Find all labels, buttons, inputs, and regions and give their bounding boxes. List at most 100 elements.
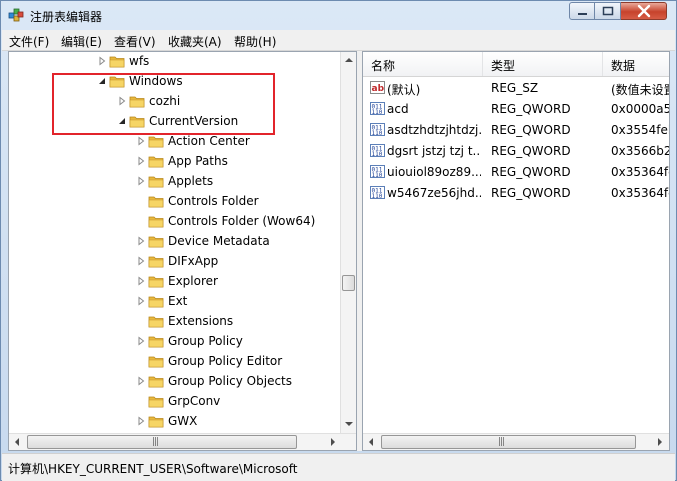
list-item[interactable]: 011 110 dgsrt jstzj tzj t... REG_QWORD 0x356…: [363, 140, 669, 161]
regedit-app-icon: [8, 8, 24, 22]
tree-item[interactable]: Controls Folder (Wow64): [9, 211, 339, 231]
tree-horizontal-scrollbar[interactable]: |||: [9, 433, 356, 450]
string-value-icon: ab: [370, 81, 385, 94]
collapsed-arrow-icon[interactable]: [136, 236, 146, 246]
list-cell-name: dgsrt jstzj tzj t...: [387, 144, 481, 158]
scroll-left-icon[interactable]: [363, 434, 379, 450]
scroll-left-icon[interactable]: [9, 434, 25, 450]
folder-icon: [148, 356, 164, 368]
tree-item-label: Device Metadata: [168, 234, 270, 248]
list-cell-name: (默认): [387, 83, 421, 97]
folder-icon: [109, 56, 125, 68]
tree-item-label: Controls Folder (Wow64): [168, 214, 316, 228]
tree-vertical-scrollbar[interactable]: [340, 52, 357, 433]
tree-item[interactable]: Controls Folder: [9, 191, 339, 211]
menu-favorites[interactable]: 收藏夹(A): [168, 33, 222, 50]
client-area: ||| wfs Windows cozhi CurrentVersion Action …: [8, 51, 670, 451]
minimize-button[interactable]: [569, 2, 595, 20]
collapsed-arrow-icon[interactable]: [136, 336, 146, 346]
title-bar[interactable]: 注册表编辑器: [1, 1, 676, 30]
folder-icon: [148, 176, 164, 188]
list-cell-data: 0x35364fc: [611, 165, 669, 179]
tree-vertical-scroll-thumb[interactable]: [342, 275, 355, 291]
folder-icon: [148, 296, 164, 308]
scroll-right-icon[interactable]: [652, 434, 668, 450]
list-cell-data: 0x3566b27: [611, 144, 669, 158]
menu-view[interactable]: 查看(V): [114, 33, 156, 50]
tree-item-label: wfs: [129, 54, 150, 68]
list-item[interactable]: 011 110 asdtzhdtzjhtdzj... REG_QWORD 0x3554f…: [363, 119, 669, 140]
scroll-grip: |||: [152, 437, 159, 447]
tree-horizontal-scroll-thumb[interactable]: |||: [27, 435, 297, 449]
tree-item-label: Applets: [168, 174, 214, 188]
folder-icon: [148, 236, 164, 248]
folder-icon: [148, 396, 164, 408]
tree-item[interactable]: Group Policy Editor: [9, 351, 339, 371]
tree-item[interactable]: DIFxApp: [9, 251, 339, 271]
tree-item-label: GrpConv: [168, 394, 221, 408]
list-horizontal-scrollbar[interactable]: |||: [363, 433, 669, 450]
tree-item[interactable]: Ext: [9, 291, 339, 311]
registry-value-list: 名称 类型 数据 ||| ab(默认)REG_SZ(数值未设置)011110ac…: [362, 51, 670, 451]
collapsed-arrow-icon[interactable]: [136, 296, 146, 306]
tree-item[interactable]: wfs: [9, 52, 339, 71]
list-item[interactable]: 011 110 uiouiol89oz89... REG_QWORD 0x35364fc: [363, 161, 669, 182]
collapsed-arrow-icon[interactable]: [136, 416, 146, 426]
tree-item[interactable]: Group Policy: [9, 331, 339, 351]
tree-item[interactable]: GrpConv: [9, 391, 339, 411]
column-header-data[interactable]: 数据: [603, 52, 669, 76]
tree-item[interactable]: Extensions: [9, 311, 339, 331]
collapsed-arrow-icon[interactable]: [136, 156, 146, 166]
tree-item[interactable]: Applets: [9, 171, 339, 191]
tree-item-label: Action Center: [168, 134, 250, 148]
close-icon: [637, 4, 651, 18]
menu-file[interactable]: 文件(F): [9, 33, 49, 50]
collapsed-arrow-icon[interactable]: [136, 376, 146, 386]
status-path: 计算机\HKEY_CURRENT_USER\Software\Microsoft: [8, 462, 298, 476]
menu-edit[interactable]: 编辑(E): [61, 33, 102, 50]
tree-item[interactable]: GWX: [9, 411, 339, 431]
binary-value-icon: 011110: [370, 144, 385, 158]
tree-item-label: Controls Folder: [168, 194, 259, 208]
close-button[interactable]: [621, 2, 667, 20]
scroll-up-icon[interactable]: [341, 52, 357, 68]
tree-item-label: Explorer: [168, 274, 218, 288]
list-item[interactable]: ab(默认) REG_SZ (数值未设置): [363, 77, 669, 98]
list-cell-type: REG_QWORD: [491, 123, 571, 137]
tree-item[interactable]: Explorer: [9, 271, 339, 291]
svg-text:110: 110: [372, 151, 383, 158]
tree-item[interactable]: Device Metadata: [9, 231, 339, 251]
collapsed-arrow-icon[interactable]: [136, 136, 146, 146]
tree-item-label: App Paths: [168, 154, 228, 168]
binary-value-icon: 011110: [370, 186, 385, 200]
list-cell-type: REG_QWORD: [491, 186, 571, 200]
highlight-box: [52, 73, 275, 135]
column-header-type[interactable]: 类型: [483, 52, 603, 76]
scroll-right-icon[interactable]: [325, 434, 341, 450]
collapsed-arrow-icon[interactable]: [97, 56, 107, 66]
list-horizontal-scroll-thumb[interactable]: |||: [381, 435, 636, 449]
tree-item-label: Extensions: [168, 314, 234, 328]
tree-item[interactable]: App Paths: [9, 151, 339, 171]
list-item[interactable]: 011 110 w5467ze56jhd... REG_QWORD 0x35364fc: [363, 182, 669, 203]
list-cell-name: w5467ze56jhd...: [387, 186, 481, 200]
list-cell-data: 0x3554feb: [611, 123, 669, 137]
menu-help[interactable]: 帮助(H): [234, 33, 276, 50]
list-cell-name: acd: [387, 102, 409, 116]
maximize-button[interactable]: [595, 2, 621, 20]
folder-icon: [148, 276, 164, 288]
list-item[interactable]: 011110acd REG_QWORD 0x0000a57: [363, 98, 669, 119]
list-cell-data: (数值未设置): [611, 83, 669, 97]
list-cell-type: REG_QWORD: [491, 165, 571, 179]
collapsed-arrow-icon[interactable]: [136, 256, 146, 266]
tree-item-label: Ext: [168, 294, 188, 308]
svg-text:110: 110: [372, 172, 383, 179]
collapsed-arrow-icon[interactable]: [136, 276, 146, 286]
scroll-down-icon[interactable]: [341, 416, 357, 432]
collapsed-arrow-icon[interactable]: [136, 176, 146, 186]
tree-item[interactable]: Group Policy Objects: [9, 371, 339, 391]
column-header-name[interactable]: 名称: [363, 52, 483, 76]
tree-item-label: GWX: [168, 414, 198, 428]
list-cell-type: REG_QWORD: [491, 144, 571, 158]
tree-item-label: Group Policy Editor: [168, 354, 283, 368]
